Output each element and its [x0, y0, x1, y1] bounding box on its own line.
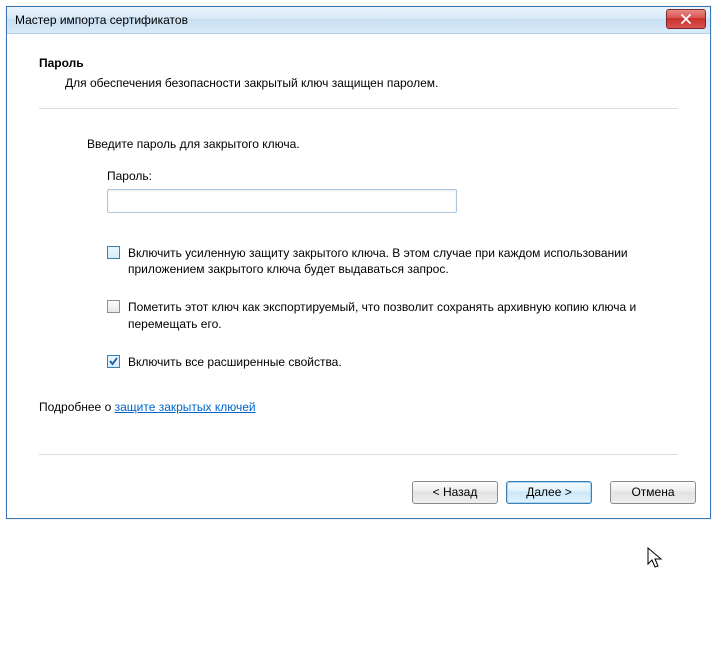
- cursor-icon: [647, 547, 665, 571]
- option-strong-protection[interactable]: Включить усиленную защиту закрытого ключ…: [107, 245, 656, 277]
- learn-more-prefix: Подробнее о: [39, 400, 115, 414]
- options-group: Включить усиленную защиту закрытого ключ…: [107, 245, 656, 370]
- option-exportable-label: Пометить этот ключ как экспортируемый, ч…: [128, 299, 638, 331]
- option-all-extended-label: Включить все расширенные свойства.: [128, 354, 342, 370]
- checkbox-all-extended[interactable]: [107, 355, 120, 368]
- form-area: Введите пароль для закрытого ключа. Паро…: [39, 137, 678, 370]
- wizard-content: Пароль Для обеспечения безопасности закр…: [7, 34, 710, 469]
- option-exportable[interactable]: Пометить этот ключ как экспортируемый, ч…: [107, 299, 656, 331]
- back-button[interactable]: < Назад: [412, 481, 498, 504]
- next-button[interactable]: Далее >: [506, 481, 592, 504]
- titlebar: Мастер импорта сертификатов: [7, 7, 710, 34]
- close-button[interactable]: [666, 9, 706, 29]
- learn-more: Подробнее о защите закрытых ключей: [39, 400, 678, 414]
- close-icon: [680, 14, 692, 24]
- button-row: < Назад Далее > Отмена: [7, 469, 710, 518]
- learn-more-link[interactable]: защите закрытых ключей: [115, 400, 256, 414]
- divider-top: [39, 108, 678, 109]
- wizard-window: Мастер импорта сертификатов Пароль Для о…: [6, 6, 711, 519]
- checkbox-strong-protection[interactable]: [107, 246, 120, 259]
- window-title: Мастер импорта сертификатов: [15, 13, 188, 27]
- option-all-extended[interactable]: Включить все расширенные свойства.: [107, 354, 656, 370]
- password-prompt: Введите пароль для закрытого ключа.: [87, 137, 656, 151]
- checkbox-exportable[interactable]: [107, 300, 120, 313]
- option-strong-protection-label: Включить усиленную защиту закрытого ключ…: [128, 245, 638, 277]
- cancel-button[interactable]: Отмена: [610, 481, 696, 504]
- password-input[interactable]: [107, 189, 457, 213]
- password-label: Пароль:: [107, 169, 656, 183]
- section-heading: Пароль: [39, 56, 678, 70]
- section-description: Для обеспечения безопасности закрытый кл…: [65, 76, 678, 90]
- divider-bottom: [39, 454, 678, 455]
